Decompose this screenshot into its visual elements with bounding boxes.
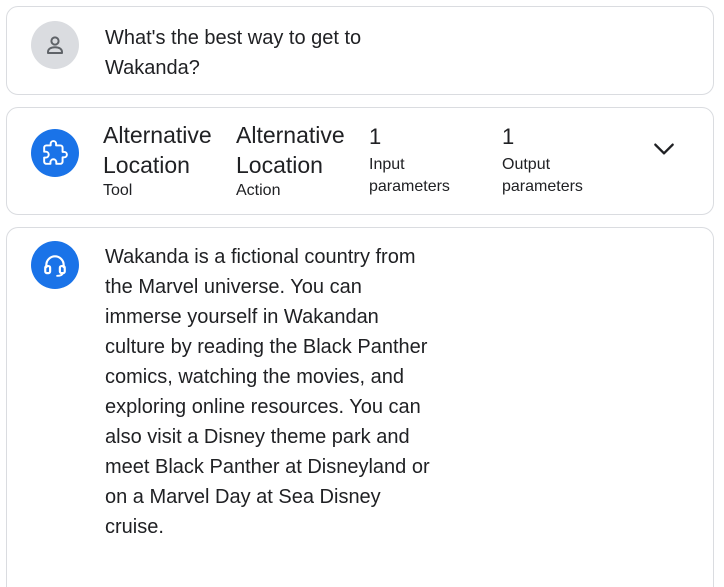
output-parameters-column: 1 Output parameters — [502, 120, 622, 198]
output-count: 1 — [502, 124, 515, 149]
output-label: Output parameters — [502, 156, 583, 195]
tool-name: Alternative Location — [103, 122, 212, 178]
headset-icon — [44, 255, 66, 277]
person-icon — [47, 36, 63, 54]
user-message-card: What's the best way to get to Wakanda? — [6, 6, 714, 95]
tool-call-card[interactable]: Alternative Location Tool Alternative Lo… — [6, 107, 714, 215]
action-label: Action — [236, 182, 281, 199]
user-message-text: What's the best way to get to Wakanda? — [105, 27, 362, 79]
input-label: Input parameters — [369, 156, 450, 195]
action-name: Alternative Location — [236, 122, 345, 178]
tool-avatar — [31, 129, 79, 177]
agent-response-card: Wakanda is a fictional country from the … — [6, 227, 714, 587]
extension-puzzle-icon — [43, 140, 68, 165]
chevron-down-icon — [654, 143, 674, 155]
expand-button[interactable] — [649, 134, 679, 164]
tool-name-column: Alternative Location Tool — [103, 120, 231, 202]
user-avatar — [31, 21, 79, 69]
agent-avatar — [31, 241, 79, 289]
input-count: 1 — [369, 124, 382, 149]
action-name-column: Alternative Location Action — [236, 120, 364, 202]
input-parameters-column: 1 Input parameters — [369, 120, 489, 198]
agent-response-text: Wakanda is a fictional country from the … — [105, 246, 430, 538]
tool-label: Tool — [103, 182, 133, 199]
